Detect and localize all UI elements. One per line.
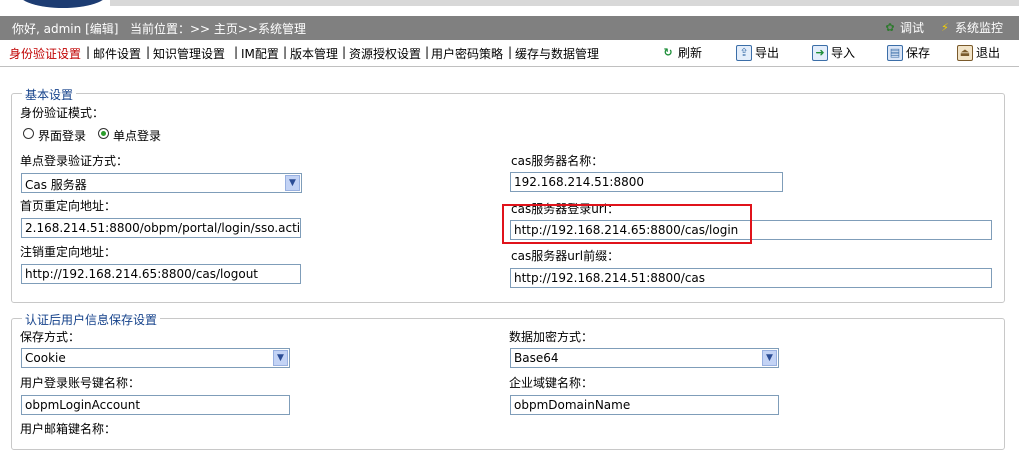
tab-separator: | [342, 45, 347, 59]
save-label: 保存 [906, 46, 931, 60]
cas-url-prefix-input[interactable]: http://192.168.214.51:8800/cas [510, 268, 992, 288]
logo [18, 0, 108, 8]
tab-version-management[interactable]: 版本管理 [290, 45, 338, 62]
email-key-label: 用户邮箱键名称： [20, 422, 117, 436]
cas-server-input[interactable]: 192.168.214.51:8800 [510, 172, 783, 192]
home-redirect-input[interactable]: 2.168.214.51:8800/obpm/portal/login/sso.… [21, 218, 301, 238]
exit-icon: ⏏ [957, 44, 973, 61]
save-icon: ▤ [887, 44, 903, 61]
cas-server-label: cas服务器名称： [511, 154, 604, 168]
exit-button[interactable]: ⏏ 退出 [957, 44, 1000, 61]
save-mode-value: Cookie [25, 351, 66, 365]
tab-resource-auth[interactable]: 资源授权设置 [349, 45, 421, 62]
tab-auth-settings[interactable]: 身份验证设置 [9, 45, 81, 62]
chevron-down-icon: ▼ [273, 350, 288, 366]
radio-sso-login-label: 单点登录 [113, 129, 162, 143]
export-icon: ⇪ [736, 44, 752, 61]
user-greeting: 你好, admin [编辑] [12, 20, 118, 37]
save-button[interactable]: ▤ 保存 [887, 44, 930, 61]
system-monitor-label: 系统监控 [954, 21, 1003, 35]
auth-mode-label: 身份验证模式： [20, 106, 105, 120]
tab-mail-settings[interactable]: 邮件设置 [93, 45, 141, 62]
tab-bar: 身份验证设置 | 邮件设置 | 知识管理设置 | IM配置 | 版本管理 | 资… [0, 40, 1019, 64]
basic-settings-legend: 基本设置 [22, 86, 77, 103]
logout-redirect-input[interactable]: http://192.168.214.65:8800/cas/logout [21, 264, 301, 284]
tab-password-policy[interactable]: 用户密码策略 [431, 45, 503, 62]
sso-method-select[interactable]: Cas 服务器 ▼ [21, 173, 302, 193]
header-bar: 你好, admin [编辑] 当前位置：>> 主页>>系统管理 ✿ 调试 ⚡ 系… [0, 16, 1019, 40]
home-redirect-label: 首页重定向地址： [20, 199, 117, 213]
encrypt-mode-select[interactable]: Base64 ▼ [510, 348, 779, 368]
encrypt-mode-value: Base64 [514, 351, 559, 365]
chevron-down-icon: ▼ [285, 175, 300, 191]
debug-icon: ✿ [885, 20, 895, 34]
import-label: 导入 [831, 46, 856, 60]
tab-separator: | [508, 45, 513, 59]
save-mode-select[interactable]: Cookie ▼ [21, 348, 290, 368]
tab-separator: | [425, 45, 430, 59]
tab-cache-data[interactable]: 缓存与数据管理 [515, 45, 599, 62]
save-mode-label: 保存方式： [20, 330, 81, 344]
tab-im-config[interactable]: IM配置 [241, 45, 279, 62]
import-icon: ➜ [812, 44, 828, 61]
radio-sso-login[interactable] [98, 128, 109, 139]
refresh-icon: ↻ [663, 45, 673, 59]
debug-button[interactable]: ✿ 调试 [883, 19, 924, 36]
tab-divider [0, 66, 1019, 67]
encrypt-mode-label: 数据加密方式： [509, 330, 594, 344]
highlight-box [502, 204, 752, 244]
chevron-down-icon: ▼ [762, 350, 777, 366]
account-key-input[interactable]: obpmLoginAccount [21, 395, 290, 415]
user-name: 你好, admin [12, 22, 82, 36]
refresh-label: 刷新 [678, 46, 703, 60]
top-strip [0, 0, 1019, 16]
breadcrumb: 当前位置：>> 主页>>系统管理 [130, 22, 307, 36]
tab-separator: | [86, 45, 91, 59]
cas-url-prefix-label: cas服务器url前缀： [511, 249, 620, 263]
account-key-label: 用户登录账号键名称： [20, 376, 141, 390]
user-info-storage-group [11, 318, 1005, 450]
refresh-button[interactable]: ↻ 刷新 [661, 44, 702, 61]
tab-separator: | [146, 45, 151, 59]
tab-separator: | [234, 45, 239, 59]
sso-method-label: 单点登录验证方式： [20, 154, 129, 168]
tab-separator: | [283, 45, 288, 59]
debug-label: 调试 [899, 21, 924, 35]
exit-label: 退出 [976, 46, 1001, 60]
logout-redirect-label: 注销重定向地址： [20, 245, 117, 259]
user-info-storage-legend: 认证后用户信息保存设置 [22, 311, 161, 328]
domain-key-label: 企业域键名称： [509, 376, 594, 390]
system-monitor-button[interactable]: ⚡ 系统监控 [938, 19, 1003, 36]
domain-key-input[interactable]: obpmDomainName [510, 395, 779, 415]
radio-ui-login-label: 界面登录 [38, 129, 87, 143]
sso-method-value: Cas 服务器 [25, 178, 87, 192]
import-button[interactable]: ➜ 导入 [812, 44, 855, 61]
radio-ui-login[interactable] [23, 128, 34, 139]
export-label: 导出 [755, 46, 780, 60]
edit-profile-link[interactable]: [编辑] [85, 22, 118, 36]
lightning-icon: ⚡ [941, 20, 949, 34]
export-button[interactable]: ⇪ 导出 [736, 44, 779, 61]
tab-knowledge-settings[interactable]: 知识管理设置 [153, 45, 225, 62]
top-strip-bar [110, 0, 1019, 6]
